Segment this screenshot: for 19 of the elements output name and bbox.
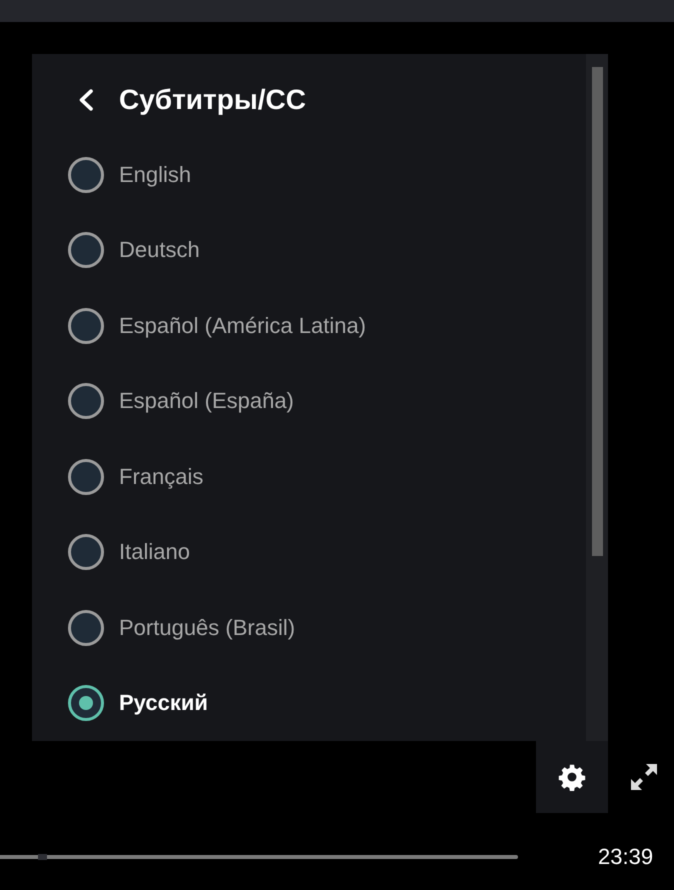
progress-track[interactable] [0,855,518,859]
scrollbar-thumb[interactable] [592,67,603,556]
subtitle-option[interactable]: Español (España) [32,364,586,439]
settings-button[interactable] [536,741,608,813]
subtitle-option[interactable]: English [32,137,586,212]
settings-icon [558,763,586,791]
subtitle-option[interactable]: Русский [32,666,586,741]
subtitle-option[interactable]: Deutsch [32,212,586,288]
chevron-left-icon [78,88,94,110]
subtitle-option[interactable]: Français [32,439,586,514]
subtitle-option[interactable]: Italiano [32,514,586,590]
time-display: 23:39 [598,844,654,870]
subtitle-option[interactable]: Português (Brasil) [32,590,586,666]
expand-arrows-icon [630,763,658,791]
back-button[interactable] [78,88,94,110]
progress-handle[interactable] [38,854,47,860]
menu-title: Субтитры/CC [119,82,306,116]
scrollbar[interactable] [586,54,608,741]
subtitle-option[interactable]: Español (América Latina) [32,288,586,364]
